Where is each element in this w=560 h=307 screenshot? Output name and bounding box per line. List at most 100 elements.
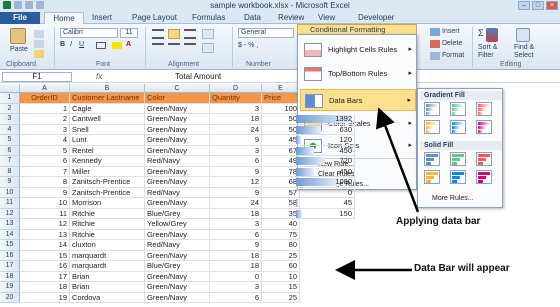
gradient-fill-swatch[interactable] bbox=[450, 120, 466, 134]
cut-icon[interactable] bbox=[34, 30, 44, 38]
data-bar-cell[interactable]: 1392 bbox=[295, 114, 355, 125]
formula-input[interactable]: Total Amount bbox=[110, 72, 300, 82]
paste-button-label[interactable]: Paste bbox=[10, 46, 28, 53]
row-header[interactable]: 4 bbox=[0, 124, 20, 135]
table-cell[interactable]: 75 bbox=[262, 229, 300, 240]
table-cell[interactable]: Ritchie bbox=[70, 229, 145, 240]
column-header[interactable]: B bbox=[70, 84, 145, 93]
tab-review[interactable]: Review bbox=[278, 12, 304, 24]
solid-fill-swatch[interactable] bbox=[450, 170, 466, 184]
format-icon[interactable] bbox=[430, 52, 440, 60]
table-cell[interactable]: 3 bbox=[210, 219, 262, 230]
table-cell[interactable]: Ritchie bbox=[70, 208, 145, 219]
table-cell[interactable]: 2 bbox=[20, 114, 70, 125]
table-cell[interactable]: 18 bbox=[20, 282, 70, 293]
align-middle-icon[interactable] bbox=[168, 29, 180, 39]
table-cell[interactable]: 6 bbox=[210, 292, 262, 303]
delete-icon[interactable] bbox=[430, 40, 440, 48]
table-cell[interactable]: 25 bbox=[262, 250, 300, 261]
table-cell[interactable]: 25 bbox=[262, 292, 300, 303]
more-rules-link[interactable]: More Rules... bbox=[432, 195, 474, 202]
fill-color-icon[interactable] bbox=[112, 42, 122, 49]
column-header[interactable]: C bbox=[145, 84, 210, 93]
table-cell[interactable]: Green/Navy bbox=[145, 177, 210, 188]
table-cell[interactable]: 15 bbox=[262, 282, 300, 293]
table-cell[interactable]: Morrison bbox=[70, 198, 145, 209]
row-header[interactable]: 18 bbox=[0, 271, 20, 282]
align-center-icon[interactable] bbox=[168, 43, 180, 51]
table-cell[interactable]: 9 bbox=[210, 187, 262, 198]
table-cell[interactable]: 10 bbox=[262, 271, 300, 282]
table-cell[interactable]: 8 bbox=[20, 177, 70, 188]
column-header[interactable]: A bbox=[20, 84, 70, 93]
fx-label[interactable]: fx bbox=[96, 72, 102, 81]
table-cell[interactable]: Green/Navy bbox=[145, 250, 210, 261]
solid-fill-swatch[interactable] bbox=[450, 152, 466, 166]
row-header[interactable]: 16 bbox=[0, 250, 20, 261]
table-cell[interactable]: 9 bbox=[210, 240, 262, 251]
table-cell[interactable]: 3 bbox=[210, 103, 262, 114]
paste-icon[interactable] bbox=[10, 28, 26, 44]
table-cell[interactable]: Blue/Grey bbox=[145, 208, 210, 219]
table-cell[interactable]: 14 bbox=[20, 240, 70, 251]
format-painter-icon[interactable] bbox=[34, 50, 44, 58]
italic-button[interactable]: I bbox=[70, 41, 72, 48]
row-header[interactable]: 3 bbox=[0, 114, 20, 125]
table-cell[interactable]: 24 bbox=[210, 124, 262, 135]
row-header[interactable]: 19 bbox=[0, 282, 20, 293]
column-header[interactable]: D bbox=[210, 84, 262, 93]
data-bar-cell[interactable]: 0 bbox=[295, 187, 355, 198]
table-cell[interactable]: Green/Navy bbox=[145, 166, 210, 177]
data-bar-cell[interactable]: 45 bbox=[295, 198, 355, 209]
tab-view[interactable]: View bbox=[318, 12, 335, 24]
table-cell[interactable]: marquardt bbox=[70, 261, 145, 272]
row-header[interactable]: 2 bbox=[0, 103, 20, 114]
table-cell[interactable]: 3 bbox=[20, 124, 70, 135]
menu-data-bars[interactable]: Data Bars ▸ bbox=[300, 89, 416, 111]
save-icon[interactable] bbox=[14, 1, 22, 9]
header-cell[interactable]: Customer Lastname bbox=[70, 93, 145, 104]
table-cell[interactable]: 19 bbox=[20, 292, 70, 303]
table-cell[interactable]: Lunt bbox=[70, 135, 145, 146]
sort-filter-button[interactable]: Sort & Filter bbox=[478, 44, 514, 60]
header-cell[interactable]: Quantity bbox=[210, 93, 262, 104]
menu-top-bottom-rules[interactable]: Top/Bottom Rules ▸ bbox=[300, 63, 416, 85]
table-cell[interactable]: Green/Navy bbox=[145, 229, 210, 240]
underline-button[interactable]: U bbox=[79, 41, 84, 48]
select-all-corner[interactable] bbox=[0, 84, 20, 93]
table-cell[interactable]: 17 bbox=[20, 271, 70, 282]
row-header[interactable]: 9 bbox=[0, 177, 20, 188]
table-cell[interactable]: Red/Navy bbox=[145, 187, 210, 198]
table-cell[interactable]: cluxton bbox=[70, 240, 145, 251]
find-select-button[interactable]: Find & Select bbox=[514, 44, 554, 60]
gradient-fill-swatch[interactable] bbox=[476, 102, 492, 116]
row-header[interactable]: 6 bbox=[0, 145, 20, 156]
name-box[interactable]: F1 bbox=[2, 72, 72, 82]
table-cell[interactable]: 0 bbox=[210, 271, 262, 282]
table-cell[interactable]: 7 bbox=[20, 166, 70, 177]
data-bar-cell[interactable]: 120 bbox=[295, 135, 355, 146]
row-header[interactable]: 8 bbox=[0, 166, 20, 177]
header-cell[interactable]: OrderID bbox=[20, 93, 70, 104]
solid-fill-swatch[interactable] bbox=[424, 152, 440, 166]
autosum-icon[interactable]: Σ bbox=[478, 28, 484, 38]
table-cell[interactable]: Green/Navy bbox=[145, 271, 210, 282]
table-cell[interactable]: Green/Navy bbox=[145, 282, 210, 293]
merge-center-icon[interactable] bbox=[202, 43, 214, 53]
table-cell[interactable]: Green/Navy bbox=[145, 198, 210, 209]
table-cell[interactable]: 12 bbox=[210, 177, 262, 188]
table-cell[interactable]: 18 bbox=[210, 261, 262, 272]
table-cell[interactable]: Red/Navy bbox=[145, 240, 210, 251]
table-cell[interactable]: Yellow/Grey bbox=[145, 219, 210, 230]
redo-icon[interactable] bbox=[36, 1, 44, 9]
table-cell[interactable]: 100 bbox=[262, 103, 300, 114]
find-select-icon[interactable] bbox=[516, 28, 530, 42]
table-cell[interactable]: Cagle bbox=[70, 103, 145, 114]
data-bar-cell[interactable]: 720 bbox=[295, 156, 355, 167]
table-cell[interactable]: 13 bbox=[20, 229, 70, 240]
table-cell[interactable]: 12 bbox=[20, 219, 70, 230]
borders-icon[interactable] bbox=[96, 42, 106, 49]
table-cell[interactable]: 10 bbox=[20, 198, 70, 209]
spreadsheet-grid[interactable]: A B C D E 1 OrderID Customer Lastname Color Quant… bbox=[0, 84, 301, 307]
align-top-icon[interactable] bbox=[152, 29, 164, 39]
